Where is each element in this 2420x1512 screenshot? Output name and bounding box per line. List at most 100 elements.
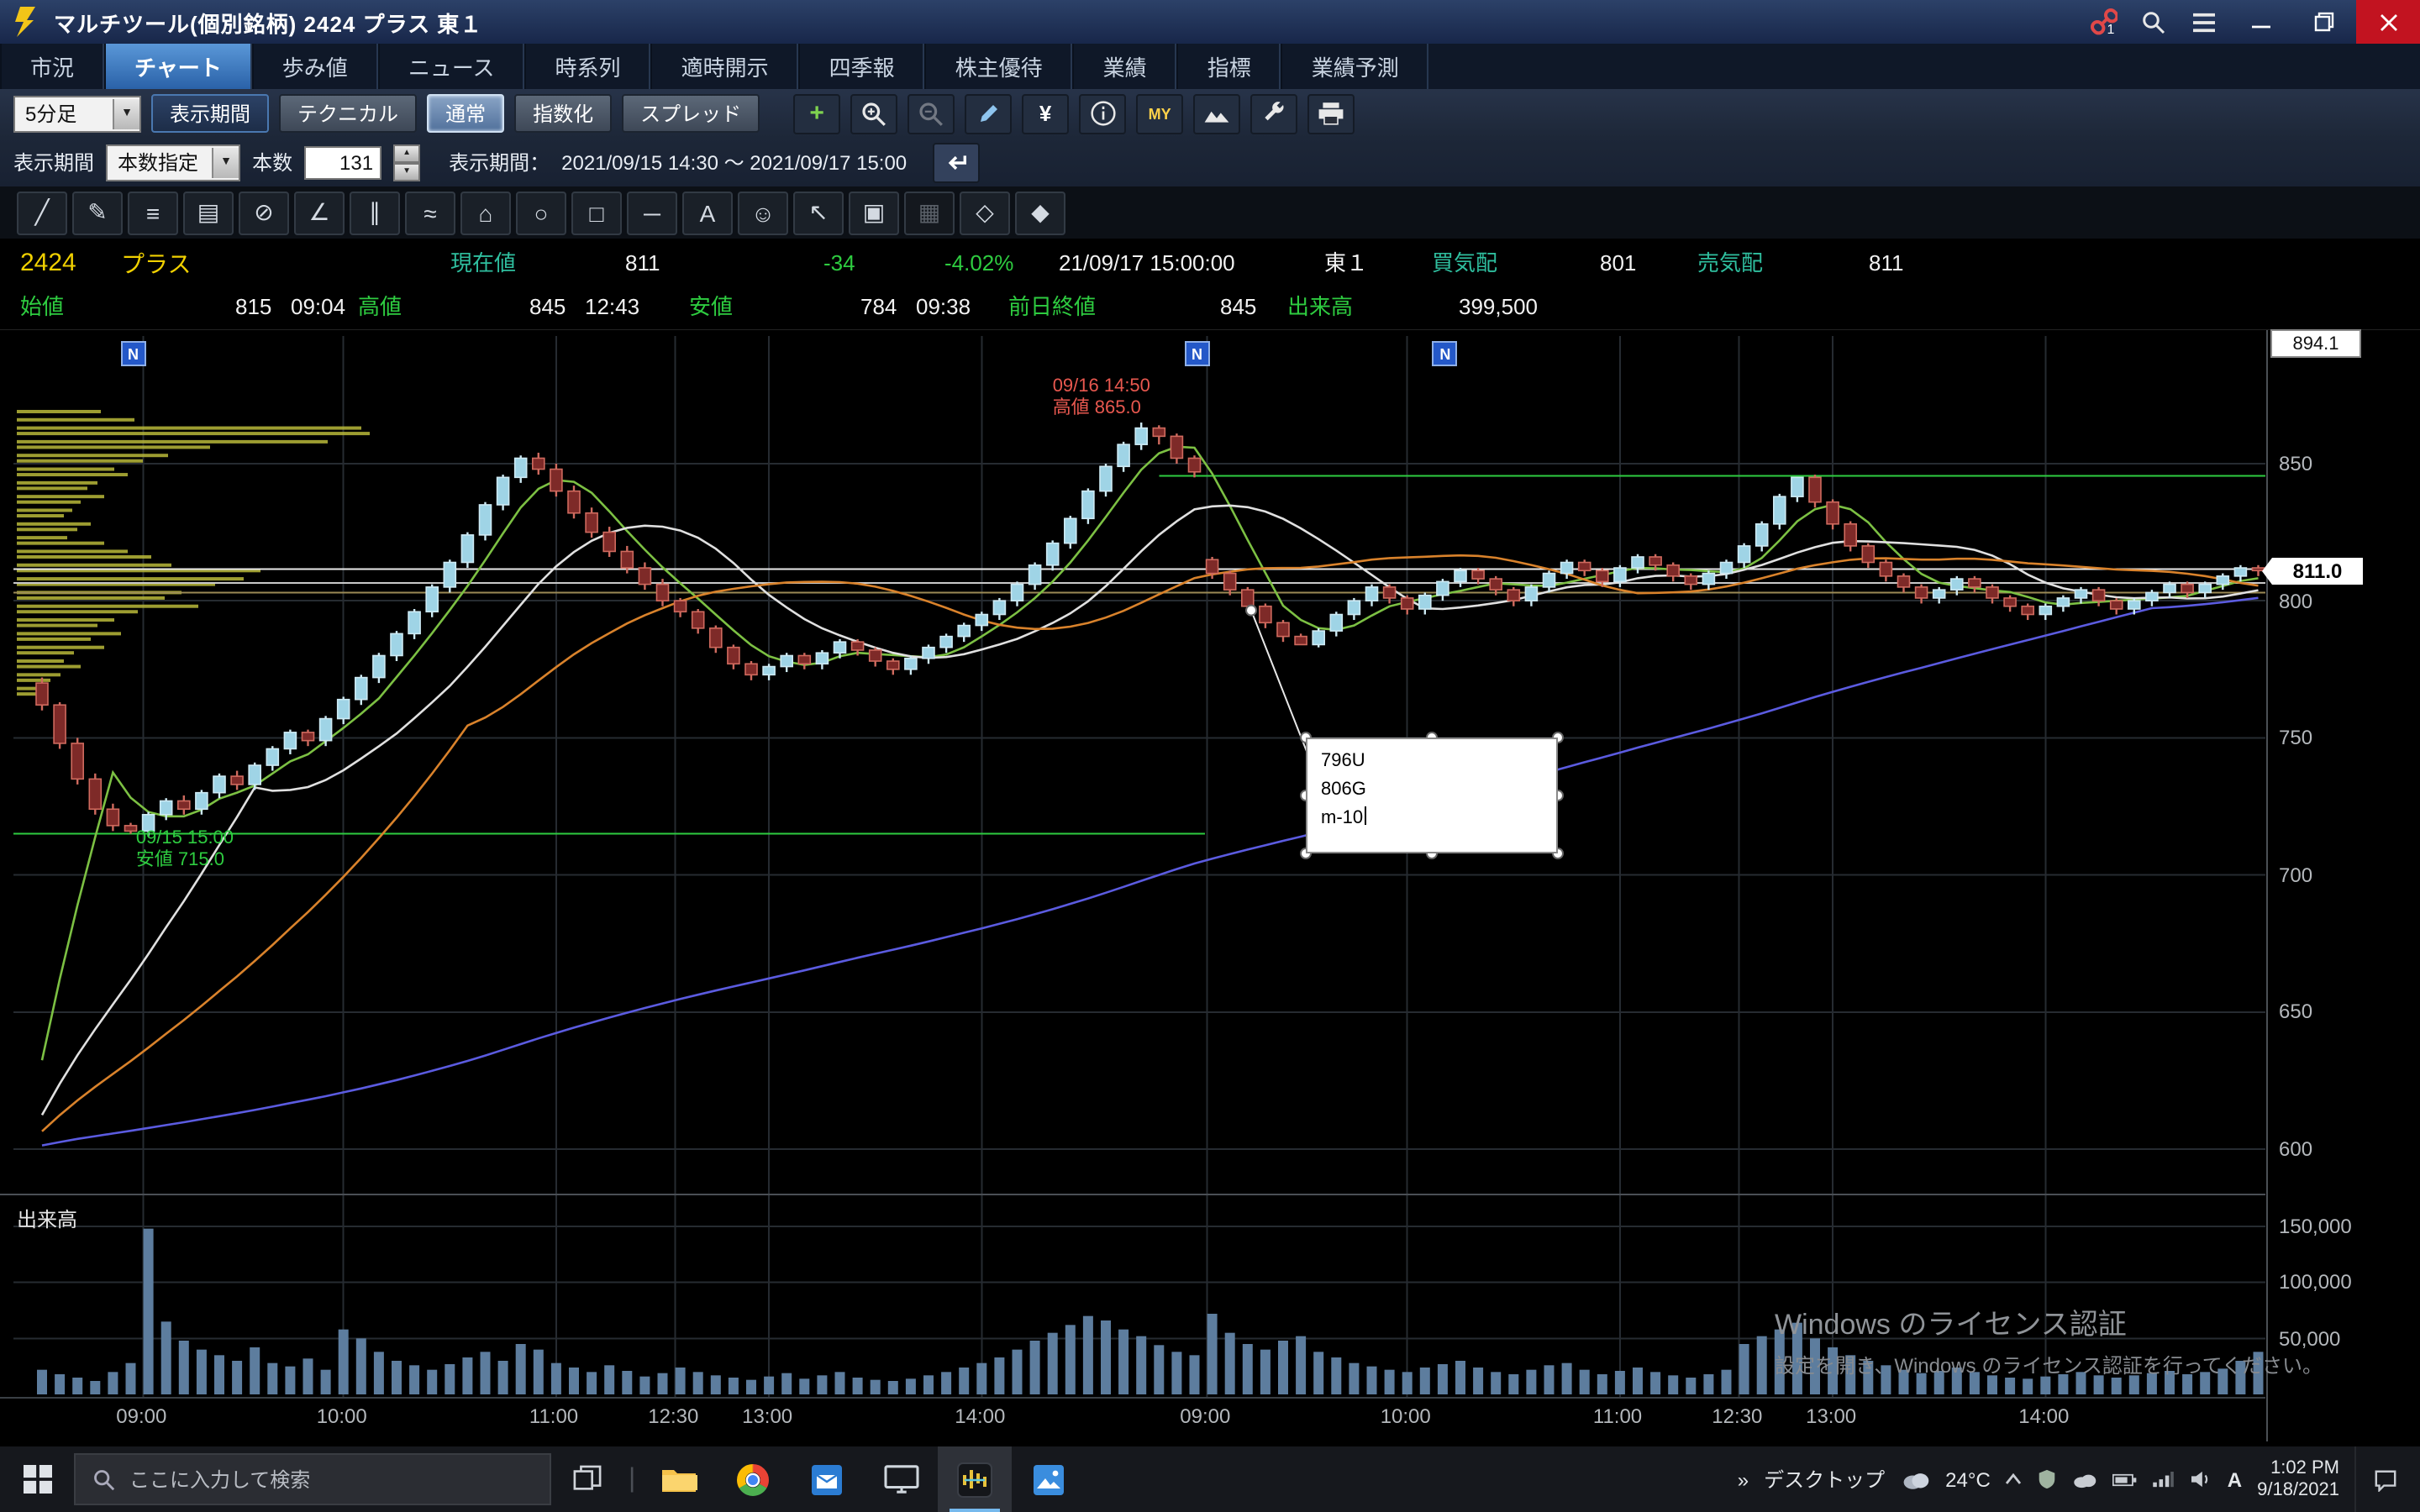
polygon-tool-icon[interactable]: ⌂: [460, 191, 511, 234]
zoom-out-icon[interactable]: [908, 93, 955, 134]
clock-time: 1:02 PM: [2270, 1457, 2339, 1479]
yen-icon[interactable]: ¥: [1022, 93, 1069, 134]
mode-button-通常[interactable]: 通常: [427, 94, 504, 133]
angle-tool-icon[interactable]: ∠: [294, 191, 345, 234]
count-spinner[interactable]: ▲▼: [393, 144, 420, 181]
quote-field-ask: 811: [1869, 239, 1903, 289]
selection-handle[interactable]: [1427, 732, 1437, 743]
tab-歩み値[interactable]: 歩み値: [252, 44, 378, 89]
fan-tool-icon[interactable]: ⊘: [239, 191, 289, 234]
selection-handle[interactable]: [1427, 848, 1437, 858]
technical-button[interactable]: テクニカル: [279, 94, 417, 133]
spinner-up-icon[interactable]: ▲: [393, 144, 420, 162]
selection-handle[interactable]: [1301, 790, 1311, 801]
minimize-button[interactable]: [2228, 0, 2292, 44]
shield-icon[interactable]: [2038, 1468, 2058, 1490]
link-icon[interactable]: 1: [2077, 0, 2128, 44]
my-icon[interactable]: MY: [1136, 93, 1183, 134]
selection-handle[interactable]: [1553, 732, 1563, 743]
menu-icon[interactable]: [2178, 0, 2228, 44]
tab-チャート[interactable]: チャート: [104, 44, 252, 89]
cloud-icon[interactable]: [2073, 1471, 2098, 1488]
restore-button[interactable]: [2292, 0, 2356, 44]
trendline-tool-icon[interactable]: ╱: [17, 191, 67, 234]
selection-handle[interactable]: [1553, 790, 1563, 801]
crosshair-icon[interactable]: +: [793, 93, 840, 134]
quote-field-exchange: 東１: [1324, 239, 1368, 289]
battery-icon[interactable]: [2113, 1473, 2139, 1486]
selection-handle[interactable]: [1301, 732, 1311, 743]
eraser-tool-icon[interactable]: ◇: [960, 191, 1010, 234]
tab-株主優待[interactable]: 株主優待: [925, 44, 1073, 89]
reset-range-button[interactable]: [932, 142, 979, 182]
tab-適時開示[interactable]: 適時開示: [651, 44, 799, 89]
network-icon[interactable]: [2154, 1471, 2175, 1488]
tab-四季報[interactable]: 四季報: [799, 44, 925, 89]
rectangle-tool-icon[interactable]: □: [571, 191, 622, 234]
weather-temp[interactable]: 24°C: [1945, 1467, 1991, 1491]
duplicate-tool-icon[interactable]: ▣: [849, 191, 899, 234]
mode-button-指数化[interactable]: 指数化: [514, 94, 612, 133]
quote-field-high: 845: [529, 289, 566, 326]
selection-handle[interactable]: [1553, 848, 1563, 858]
trading-app-icon[interactable]: [938, 1446, 1012, 1512]
zoom-in-icon[interactable]: [850, 93, 897, 134]
close-button[interactable]: [2356, 0, 2420, 44]
spinner-down-icon[interactable]: ▼: [393, 162, 420, 181]
range-toolbar: 表示期間本数指定▼本数131▲▼表示期間：2021/09/15 14:30 ～ …: [0, 138, 2420, 186]
explorer-icon[interactable]: [642, 1446, 716, 1512]
chrome-icon[interactable]: [716, 1446, 790, 1512]
chart-style-icon[interactable]: [1193, 93, 1240, 134]
ellipse-tool-icon[interactable]: ○: [516, 191, 566, 234]
tab-指標[interactable]: 指標: [1177, 44, 1281, 89]
tab-時系列[interactable]: 時系列: [525, 44, 651, 89]
grid-layer: [0, 329, 2420, 1441]
ime-indicator[interactable]: A: [2228, 1467, 2242, 1491]
chevron-down-icon: ▼: [212, 147, 239, 177]
callout-leader[interactable]: [1246, 606, 1563, 858]
task-view-icon[interactable]: [551, 1446, 622, 1512]
tab-市況[interactable]: 市況: [0, 44, 104, 89]
vertical-lines-tool-icon[interactable]: ∥: [350, 191, 400, 234]
select-tool-icon[interactable]: ↖: [793, 191, 844, 234]
tab-業績予測[interactable]: 業績予測: [1281, 44, 1429, 89]
info-icon[interactable]: [1079, 93, 1126, 134]
watermark-line2: 設定を開き、Windows のライセンス認証を行ってください。: [1775, 1351, 2323, 1379]
pencil-draw-tool-icon[interactable]: ✎: [72, 191, 123, 234]
desktop-toolbar-label[interactable]: デスクトップ: [1764, 1465, 1885, 1494]
tab-業績[interactable]: 業績: [1073, 44, 1177, 89]
notification-center-icon[interactable]: [2354, 1446, 2413, 1512]
hidden-icons-chevron-icon[interactable]: [2006, 1473, 2023, 1485]
eraser-all-tool-icon[interactable]: ◆: [1015, 191, 1065, 234]
horizontal-lines-tool-icon[interactable]: ≡: [128, 191, 178, 234]
count-input[interactable]: 131: [304, 145, 381, 179]
segment-tool-icon[interactable]: ─: [627, 191, 677, 234]
pencil-icon[interactable]: [965, 93, 1012, 134]
print-icon[interactable]: [1307, 93, 1355, 134]
tab-ニュース[interactable]: ニュース: [378, 44, 525, 89]
taskbar-search-input[interactable]: ここに入力して検索: [74, 1453, 551, 1505]
display-period-button[interactable]: 表示期間: [151, 94, 269, 133]
horizontal-lines-layer[interactable]: [13, 476, 2265, 834]
weather-icon[interactable]: [1900, 1468, 1930, 1490]
selection-handle[interactable]: [1246, 606, 1256, 616]
count-mode-select[interactable]: 本数指定▼: [106, 144, 240, 181]
desktop-toolbar-chevron-icon[interactable]: »: [1738, 1467, 1749, 1491]
quote-field-ask_label: 売気配: [1697, 239, 1763, 289]
speaker-icon[interactable]: [2191, 1470, 2212, 1488]
mail-icon[interactable]: [790, 1446, 864, 1512]
start-button[interactable]: [0, 1446, 74, 1512]
selection-handle[interactable]: [1301, 848, 1311, 858]
search-icon[interactable]: [2128, 0, 2178, 44]
wave-tool-icon[interactable]: ≈: [405, 191, 455, 234]
wrench-icon[interactable]: [1250, 93, 1297, 134]
icon-stamp-tool-icon[interactable]: ☺: [738, 191, 788, 234]
taskbar-clock[interactable]: 1:02 PM9/18/2021: [2257, 1457, 2339, 1501]
price-grid-tool-icon[interactable]: ▤: [183, 191, 234, 234]
period-select[interactable]: 5分足▼: [13, 95, 141, 132]
photos-icon[interactable]: [1012, 1446, 1086, 1512]
count-mode-value: 本数指定: [108, 148, 212, 176]
display-icon[interactable]: [864, 1446, 938, 1512]
text-tool-icon[interactable]: A: [682, 191, 733, 234]
mode-button-スプレッド[interactable]: スプレッド: [622, 94, 760, 133]
